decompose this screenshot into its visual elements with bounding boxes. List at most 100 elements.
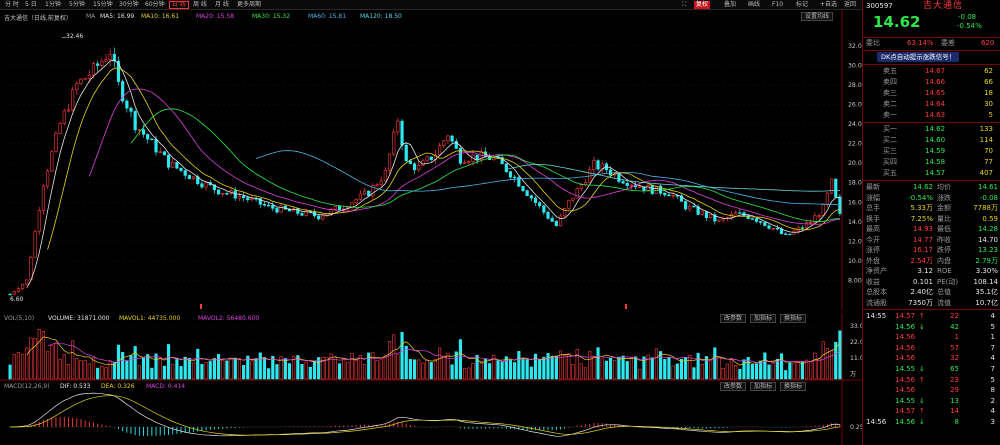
volume-bar[interactable] bbox=[675, 363, 679, 380]
candle-body[interactable] bbox=[521, 186, 525, 191]
period-tab-5[interactable]: 30分钟 bbox=[117, 1, 141, 9]
candle-body[interactable] bbox=[141, 129, 146, 135]
period-tab-0[interactable]: 分 时 bbox=[3, 1, 21, 9]
volume-bar[interactable] bbox=[508, 359, 513, 380]
volume-bar[interactable] bbox=[216, 354, 221, 380]
candle-body[interactable] bbox=[738, 212, 742, 214]
period-tab-8[interactable]: 周 线 bbox=[191, 1, 209, 9]
candle-body[interactable] bbox=[191, 176, 196, 180]
volume-bar[interactable] bbox=[379, 358, 383, 380]
candle-body[interactable] bbox=[271, 204, 275, 209]
volume-bar[interactable] bbox=[237, 358, 242, 380]
volume-bar[interactable] bbox=[87, 363, 91, 380]
candle-body[interactable] bbox=[579, 184, 583, 189]
volume-chart[interactable]: 33.00 22.00 11.00 万 bbox=[0, 313, 862, 381]
volume-bar[interactable] bbox=[779, 353, 784, 380]
candle-body[interactable] bbox=[834, 178, 838, 198]
volume-bar[interactable] bbox=[671, 365, 675, 380]
volume-bar[interactable] bbox=[183, 356, 187, 380]
volume-bar[interactable] bbox=[25, 347, 29, 380]
candle-body[interactable] bbox=[41, 185, 46, 211]
volume-bar[interactable] bbox=[821, 341, 825, 380]
alert-row[interactable]: DK点自动提示涨跌信号！ bbox=[863, 52, 1000, 62]
volume-bar[interactable] bbox=[804, 359, 809, 380]
vol-add-indicator-button[interactable]: 加指标 bbox=[750, 314, 777, 323]
volume-bar[interactable] bbox=[37, 329, 41, 380]
volume-bar[interactable] bbox=[146, 354, 150, 380]
candle-body[interactable] bbox=[404, 144, 408, 162]
volume-bar[interactable] bbox=[312, 360, 317, 380]
volume-bar[interactable] bbox=[521, 358, 525, 380]
candle-body[interactable] bbox=[242, 195, 246, 199]
volume-bar[interactable] bbox=[438, 347, 442, 380]
volume-bar[interactable] bbox=[187, 358, 191, 380]
volume-bar[interactable] bbox=[709, 359, 713, 380]
period-tab-4[interactable]: 15分钟 bbox=[91, 1, 115, 9]
volume-bar[interactable] bbox=[383, 355, 387, 380]
volume-bar[interactable] bbox=[488, 363, 492, 380]
candle-body[interactable] bbox=[375, 184, 379, 186]
volume-bar[interactable] bbox=[725, 363, 729, 380]
volume-bar[interactable] bbox=[734, 365, 738, 380]
volume-bar[interactable] bbox=[604, 360, 608, 380]
volume-bar[interactable] bbox=[46, 350, 50, 380]
candle-body[interactable] bbox=[162, 151, 166, 156]
volume-bar[interactable] bbox=[116, 344, 121, 380]
volume-bar[interactable] bbox=[208, 361, 212, 380]
volume-bar[interactable] bbox=[838, 330, 842, 380]
candle-body[interactable] bbox=[50, 151, 54, 172]
volume-bar[interactable] bbox=[179, 366, 183, 380]
candle-body[interactable] bbox=[754, 218, 759, 222]
candle-body[interactable] bbox=[763, 222, 767, 226]
volume-bar[interactable] bbox=[738, 368, 742, 380]
volume-bar[interactable] bbox=[166, 344, 171, 380]
candle-body[interactable] bbox=[58, 123, 62, 134]
volume-bar[interactable] bbox=[479, 361, 483, 380]
volume-bar[interactable] bbox=[375, 360, 379, 380]
toolbar-right-4[interactable]: +自选 bbox=[818, 1, 839, 9]
candle-body[interactable] bbox=[759, 221, 763, 223]
volume-bar[interactable] bbox=[29, 337, 33, 380]
volume-bar[interactable] bbox=[21, 354, 25, 380]
candle-body[interactable] bbox=[625, 182, 629, 186]
candle-body[interactable] bbox=[650, 184, 654, 194]
candle-body[interactable] bbox=[592, 160, 596, 171]
volume-bar[interactable] bbox=[75, 358, 79, 380]
volume-bar[interactable] bbox=[404, 345, 408, 380]
candle-body[interactable] bbox=[546, 211, 550, 219]
volume-bar[interactable] bbox=[425, 359, 429, 380]
candle-body[interactable] bbox=[450, 135, 454, 142]
candle-body[interactable] bbox=[596, 160, 600, 170]
candle-body[interactable] bbox=[267, 204, 271, 207]
candle-body[interactable] bbox=[179, 167, 183, 171]
volume-bar[interactable] bbox=[342, 358, 346, 380]
volume-bar[interactable] bbox=[538, 359, 542, 380]
candle-body[interactable] bbox=[171, 162, 175, 168]
candle-body[interactable] bbox=[809, 222, 813, 224]
volume-bar[interactable] bbox=[763, 352, 767, 380]
volume-bar[interactable] bbox=[621, 355, 625, 380]
candle-body[interactable] bbox=[788, 233, 792, 236]
candle-body[interactable] bbox=[154, 139, 158, 153]
volume-bar[interactable] bbox=[450, 364, 454, 380]
candle-body[interactable] bbox=[367, 190, 371, 197]
candle-body[interactable] bbox=[396, 120, 400, 133]
volume-bar[interactable] bbox=[759, 360, 763, 380]
volume-bar[interactable] bbox=[446, 353, 450, 380]
volume-bar[interactable] bbox=[633, 356, 638, 380]
volume-bar[interactable] bbox=[679, 358, 684, 380]
candle-body[interactable] bbox=[79, 78, 83, 84]
candle-body[interactable] bbox=[467, 161, 471, 164]
candle-body[interactable] bbox=[275, 208, 279, 213]
volume-bar[interactable] bbox=[713, 347, 717, 380]
candle-body[interactable] bbox=[75, 83, 79, 90]
volume-bar[interactable] bbox=[150, 367, 154, 380]
volume-bar[interactable] bbox=[554, 355, 558, 380]
volume-bar[interactable] bbox=[817, 358, 821, 380]
volume-bar[interactable] bbox=[304, 361, 308, 380]
candle-body[interactable] bbox=[21, 283, 25, 290]
period-tab-6[interactable]: 60分钟 bbox=[143, 1, 167, 9]
volume-bar[interactable] bbox=[300, 364, 304, 380]
candle-body[interactable] bbox=[513, 176, 517, 179]
candle-body[interactable] bbox=[821, 204, 825, 216]
